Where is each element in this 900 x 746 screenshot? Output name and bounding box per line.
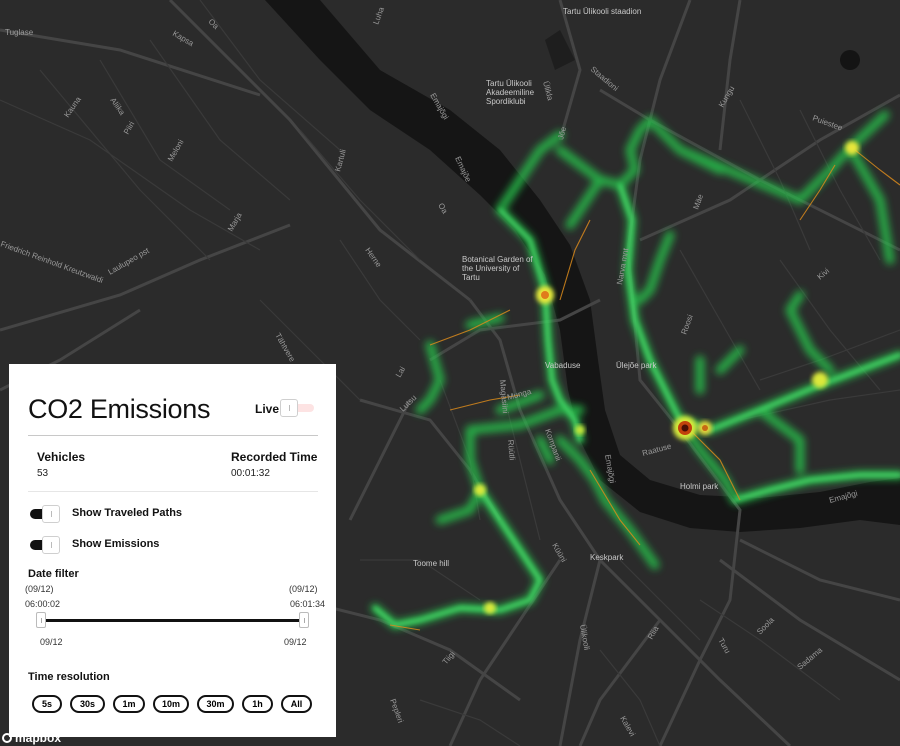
resolution-30s-button[interactable]: 30s: [70, 695, 105, 713]
end-date: (09/12): [289, 584, 318, 594]
start-date: (09/12): [25, 584, 54, 594]
time-resolution-label: Time resolution: [28, 671, 110, 683]
resolution-all-button[interactable]: All: [281, 695, 312, 713]
date-range-slider[interactable]: [40, 619, 305, 622]
resolution-1h-button[interactable]: 1h: [242, 695, 273, 713]
date-slider-start-handle[interactable]: [36, 612, 46, 628]
mapbox-logo-icon: [2, 733, 12, 743]
pond: [840, 50, 860, 70]
start-tick-label: 09/12: [40, 637, 63, 647]
show-emissions-label: Show Emissions: [72, 538, 160, 550]
resolution-10m-button[interactable]: 10m: [153, 695, 189, 713]
show-paths-label: Show Traveled Paths: [72, 507, 183, 519]
panel-title: CO2 Emissions: [28, 394, 211, 424]
toggle-knob[interactable]: [42, 505, 60, 523]
recorded-time-label: Recorded Time: [231, 450, 318, 464]
divider: [28, 435, 318, 436]
start-time: 06:00:02: [25, 599, 61, 609]
poi-label: Tartu Ülikooli staadion: [563, 7, 641, 16]
vehicles-label: Vehicles: [37, 450, 86, 464]
date-slider-end-handle[interactable]: [299, 612, 309, 628]
end-tick-label: 09/12: [284, 637, 307, 647]
street-label: Tuglase: [5, 28, 34, 37]
poi-label: Toome hill: [413, 559, 449, 568]
resolution-30m-button[interactable]: 30m: [197, 695, 234, 713]
mapbox-text: mapbox: [15, 731, 62, 745]
divider: [28, 491, 318, 492]
poi-label: Vabaduse: [545, 361, 581, 370]
poi-label: Holmi park: [680, 482, 719, 491]
street-label: Rüütli: [506, 439, 517, 460]
mapbox-attribution[interactable]: mapbox: [2, 731, 61, 745]
time-resolution-buttons: 5s 30s 1m 10m 30m 1h All: [32, 695, 312, 713]
vehicles-value: 53: [37, 468, 49, 479]
date-filter-label: Date filter: [28, 568, 79, 580]
emissions-panel: CO2 Emissions Live Vehicles 53 Recorded …: [9, 364, 336, 737]
end-time: 06:01:34: [290, 599, 326, 609]
live-label: Live: [255, 402, 280, 416]
recorded-time-value: 00:01:32: [231, 468, 270, 479]
poi-label: Keskpark: [590, 553, 624, 562]
resolution-5s-button[interactable]: 5s: [32, 695, 62, 713]
poi-label: Ülejõe park: [616, 361, 657, 370]
live-toggle-knob[interactable]: [280, 399, 298, 417]
toggle-knob[interactable]: [42, 536, 60, 554]
live-toggle[interactable]: [280, 399, 314, 417]
resolution-1m-button[interactable]: 1m: [113, 695, 145, 713]
